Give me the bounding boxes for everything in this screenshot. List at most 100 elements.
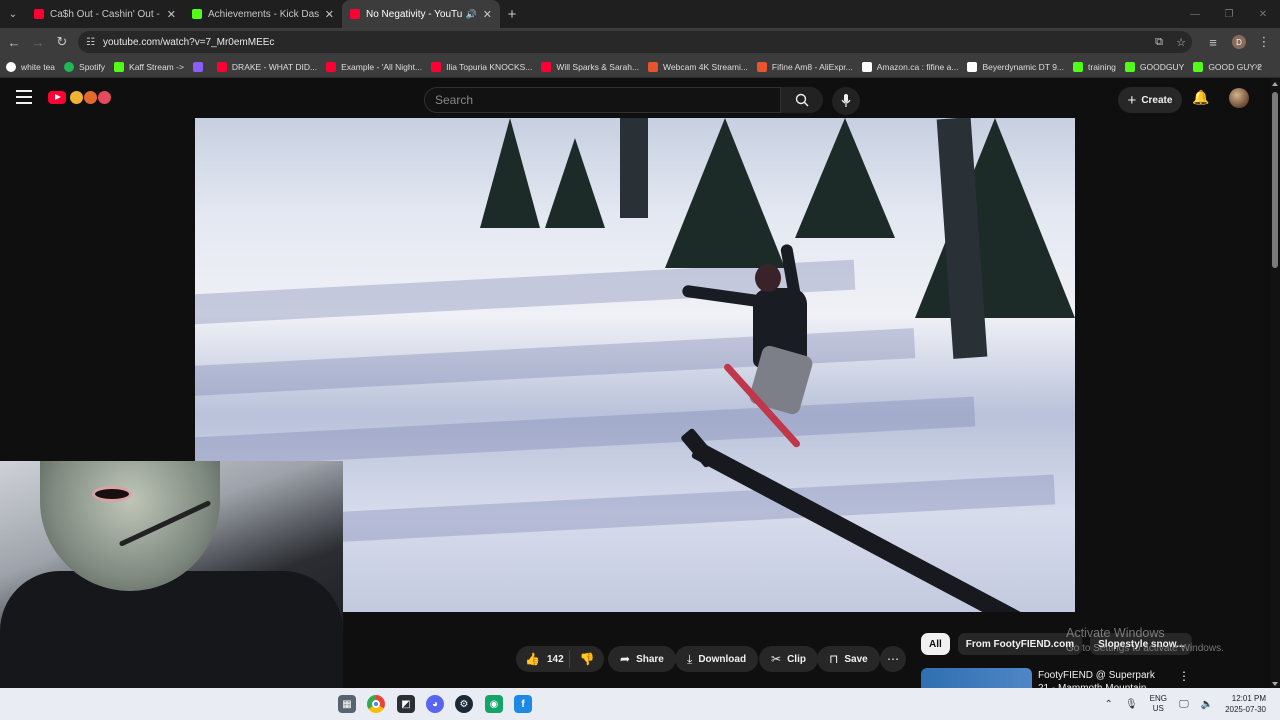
scroll-thumb[interactable] [1272, 92, 1278, 268]
notifications-bell-icon[interactable]: 🔔 [1192, 89, 1210, 107]
bookmark[interactable] [192, 61, 208, 72]
tab-label: Achievements - Kick Dashboard [208, 8, 319, 20]
calculator-icon[interactable]: ▦ [338, 695, 356, 713]
like-button[interactable]: 👍 142 [516, 650, 570, 668]
bookmark[interactable]: Kaff Stream -> [114, 61, 184, 72]
profile-button[interactable]: D [1226, 28, 1252, 56]
youtube-icon [431, 61, 442, 72]
forward-arrow-icon[interactable]: → [26, 28, 50, 56]
url-field[interactable]: ☷ youtube.com/watch?v=7_Mr0emMEEc ⧉ ☆ [78, 31, 1192, 53]
watermark-subtitle: Go to Settings to activate Windows. [1066, 643, 1224, 654]
tab-label: No Negativity - YouTube [366, 8, 462, 20]
doodle-icon [84, 91, 97, 104]
youtube-logo[interactable] [48, 91, 111, 104]
scroll-up-icon[interactable] [1272, 82, 1278, 86]
bookmarks-bar: white tea Spotify Kaff Stream -> DRAKE -… [0, 56, 1280, 78]
discord-icon[interactable]: ◕ [426, 695, 444, 713]
bookmark[interactable]: Webcam 4K Streami... [648, 61, 748, 72]
url-text: youtube.com/watch?v=7_Mr0emMEEc [102, 36, 275, 48]
bookmark[interactable]: Will Sparks & Sarah... [541, 61, 639, 72]
tray-overflow-icon[interactable]: ⌃ [1105, 699, 1113, 710]
youtube-favicon-icon [34, 9, 44, 19]
kick-icon [1124, 61, 1135, 72]
chip-from-channel[interactable]: From FootyFIEND.com [957, 633, 1083, 655]
share-button[interactable]: ➦ Share [608, 646, 676, 672]
kick-favicon-icon [192, 9, 202, 19]
search-button[interactable] [781, 87, 823, 113]
close-tab-icon[interactable]: ✕ [167, 8, 176, 21]
search-input[interactable]: Search [424, 87, 781, 113]
voice-search-button[interactable] [832, 87, 860, 115]
clip-button[interactable]: ✂ Clip [759, 646, 818, 672]
browser-menu-icon[interactable]: ⋮ [1252, 28, 1276, 56]
browser-tab-active[interactable]: No Negativity - YouTube 🔊 ✕ [342, 0, 500, 28]
new-tab-button[interactable]: + [500, 6, 524, 23]
bookmark[interactable]: Amazon.ca : fifine a... [861, 61, 958, 72]
close-tab-icon[interactable]: ✕ [325, 8, 334, 21]
bookmark[interactable]: training [1073, 61, 1116, 72]
steam-icon[interactable]: ⚙ [455, 695, 473, 713]
recommended-video-thumbnail[interactable] [921, 668, 1032, 688]
address-bar: ← → ↻ ☷ youtube.com/watch?v=7_Mr0emMEEc … [0, 28, 1280, 56]
user-avatar[interactable] [1229, 88, 1249, 108]
minimize-icon[interactable]: — [1178, 0, 1212, 28]
bookmark[interactable]: Beyerdynamic DT 9... [967, 61, 1064, 72]
input-language[interactable]: ENG US [1150, 694, 1167, 714]
taskbar-clock[interactable]: 12:01 PM 2025-07-30 [1225, 693, 1266, 715]
bookmark[interactable]: Spotify [64, 61, 105, 72]
media-controls-icon[interactable]: ≡ [1200, 28, 1226, 56]
bookmark[interactable]: GOODGUY [1124, 61, 1184, 72]
more-actions-icon[interactable]: ⋯ [880, 646, 906, 672]
bookmark-star-icon[interactable]: ☆ [1170, 36, 1192, 49]
bookmark-icon: ⊓ [829, 652, 839, 666]
page-scrollbar[interactable] [1270, 78, 1280, 688]
youtube-icon [326, 61, 337, 72]
fiverr-app-icon[interactable]: f [514, 695, 532, 713]
search-icon [795, 93, 809, 107]
back-arrow-icon[interactable]: ← [2, 28, 26, 56]
download-button[interactable]: ⤓ Download [675, 646, 759, 672]
bookmark[interactable]: DRAKE - WHAT DID... [216, 61, 317, 72]
bookmark[interactable]: Example - 'All Night... [326, 61, 422, 72]
chrome-icon[interactable] [367, 695, 385, 713]
network-icon[interactable]: 🖵 [1179, 699, 1189, 710]
hamburger-menu-icon[interactable] [16, 90, 32, 104]
like-dislike-group: 👍 142 👎 [516, 646, 604, 672]
youtube-play-icon [48, 91, 66, 104]
cast-icon[interactable]: ⧉ [1148, 36, 1170, 49]
twitch-icon [192, 61, 203, 72]
bookmark[interactable]: GOOD GUY 2 [1193, 61, 1262, 72]
download-icon: ⤓ [687, 651, 693, 666]
close-window-icon[interactable]: ✕ [1246, 0, 1280, 28]
bookmark[interactable]: Ilia Topuria KNOCKS... [431, 61, 532, 72]
android-app-icon[interactable]: ◉ [485, 695, 503, 713]
microphone-icon [841, 94, 851, 107]
more-bookmarks-icon[interactable]: » [1254, 61, 1260, 72]
volume-icon[interactable]: 🔈 [1201, 699, 1213, 710]
browser-tab[interactable]: Achievements - Kick Dashboard ✕ [184, 0, 342, 28]
youtube-header: Search + Create 🔔 [0, 78, 1280, 118]
create-button[interactable]: + Create [1118, 87, 1182, 113]
recommended-video-title[interactable]: FootyFIEND @ Superpark 21 - Mammoth Moun… [1038, 669, 1168, 688]
browser-tab[interactable]: Ca$h Out - Cashin' Out - YouTube ✕ [26, 0, 184, 28]
maximize-icon[interactable]: ❐ [1212, 0, 1246, 28]
bookmark[interactable]: Fifine Am8 - AliExpr... [756, 61, 853, 72]
thumbs-up-icon: 👍 [525, 652, 540, 666]
tab-search-icon[interactable]: ⌄ [0, 0, 26, 28]
close-tab-icon[interactable]: ✕ [483, 8, 492, 21]
chip-all[interactable]: All [921, 633, 950, 655]
dislike-button[interactable]: 👎 [570, 652, 604, 666]
bookmark[interactable]: white tea [6, 61, 55, 72]
profile-avatar: D [1232, 35, 1246, 49]
scroll-down-icon[interactable] [1272, 682, 1278, 686]
reload-icon[interactable]: ↻ [50, 28, 74, 56]
kick-icon [114, 61, 125, 72]
thumbs-down-icon: 👎 [579, 652, 595, 666]
save-button[interactable]: ⊓ Save [817, 646, 880, 672]
site-info-icon[interactable]: ☷ [86, 37, 95, 48]
video-options-icon[interactable]: ⋮ [1178, 669, 1190, 683]
tray-microphone-icon[interactable]: 🎙 [1125, 699, 1138, 710]
obs-icon[interactable]: ◩ [397, 695, 415, 713]
tab-label: Ca$h Out - Cashin' Out - YouTube [50, 8, 161, 20]
audio-playing-icon[interactable]: 🔊 [466, 9, 477, 20]
